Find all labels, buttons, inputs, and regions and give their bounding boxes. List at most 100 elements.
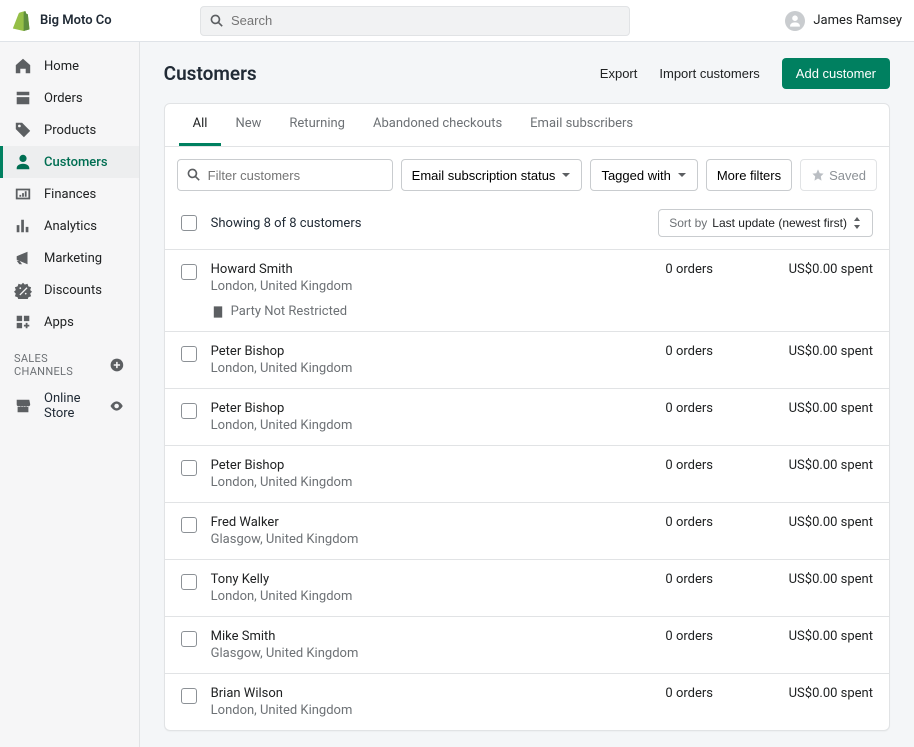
more-filters-button[interactable]: More filters (706, 159, 792, 191)
nav-section-channels: SALES CHANNELS (0, 338, 139, 384)
caret-down-icon (561, 170, 571, 180)
nav-label: Orders (44, 91, 83, 106)
tab-returning[interactable]: Returning (275, 104, 359, 146)
search-box[interactable] (200, 6, 630, 36)
customer-name: Peter Bishop (211, 401, 593, 416)
nav-label: Finances (44, 187, 96, 202)
customer-name: Tony Kelly (211, 572, 593, 587)
customer-orders: 0 orders (593, 458, 713, 473)
customer-location: Glasgow, United Kingdom (211, 532, 593, 547)
filter-label: Tagged with (601, 168, 670, 183)
row-checkbox[interactable] (181, 631, 197, 647)
avatar (785, 11, 805, 31)
import-button[interactable]: Import customers (659, 66, 759, 81)
row-checkbox[interactable] (181, 517, 197, 533)
list-header: Showing 8 of 8 customers Sort by Last up… (165, 203, 889, 249)
row-checkbox[interactable] (181, 346, 197, 362)
customer-orders: 0 orders (593, 686, 713, 701)
nav-orders[interactable]: Orders (0, 82, 139, 114)
customer-spent: US$0.00 spent (713, 686, 873, 701)
export-button[interactable]: Export (600, 66, 638, 81)
filter-label: Email subscription status (412, 168, 556, 183)
customer-row[interactable]: Peter BishopLondon, United Kingdom0 orde… (165, 445, 889, 502)
orders-icon (14, 89, 32, 107)
customer-note: Party Not Restricted (211, 304, 593, 319)
customer-orders: 0 orders (593, 262, 713, 277)
row-checkbox[interactable] (181, 574, 197, 590)
customer-name: Fred Walker (211, 515, 593, 530)
tab-new[interactable]: New (221, 104, 275, 146)
customer-name: Peter Bishop (211, 344, 593, 359)
nav-label: Customers (44, 155, 108, 170)
tab-subscribers[interactable]: Email subscribers (516, 104, 647, 146)
filter-customers-input[interactable] (208, 168, 384, 183)
customer-location: London, United Kingdom (211, 418, 593, 433)
nav-home[interactable]: Home (0, 50, 139, 82)
sidebar: Home Orders Products Customers Finances … (0, 42, 140, 747)
nav-label: Home (44, 59, 79, 74)
customer-name: Peter Bishop (211, 458, 593, 473)
shopify-logo-icon (12, 10, 32, 32)
finances-icon (14, 185, 32, 203)
customer-spent: US$0.00 spent (713, 262, 873, 277)
customer-row[interactable]: Mike SmithGlasgow, United Kingdom0 order… (165, 616, 889, 673)
store-icon (14, 397, 32, 415)
nav-label: Analytics (44, 219, 97, 234)
customer-row[interactable]: Peter BishopLondon, United Kingdom0 orde… (165, 388, 889, 445)
store-name: Big Moto Co (40, 13, 112, 28)
search-input[interactable] (231, 13, 621, 28)
sort-button[interactable]: Sort by Last update (newest first) (658, 209, 873, 237)
tab-all[interactable]: All (179, 104, 222, 146)
customer-orders: 0 orders (593, 572, 713, 587)
search-icon (186, 167, 202, 183)
customer-row[interactable]: Howard Smith London, United Kingdom Party … (165, 249, 889, 331)
customer-row[interactable]: Tony KellyLondon, United Kingdom0 orders… (165, 559, 889, 616)
section-label: SALES CHANNELS (14, 352, 109, 378)
customer-spent: US$0.00 spent (713, 401, 873, 416)
person-icon (14, 153, 32, 171)
customer-orders: 0 orders (593, 629, 713, 644)
tab-abandoned[interactable]: Abandoned checkouts (359, 104, 516, 146)
customer-row[interactable]: Fred Walker Glasgow, United Kingdom0 orde… (165, 502, 889, 559)
nav-label: Marketing (44, 251, 102, 266)
row-checkbox[interactable] (181, 688, 197, 704)
main-content: Customers Export Import customers Add cu… (140, 42, 914, 747)
tabs: All New Returning Abandoned checkouts Em… (165, 104, 889, 147)
logo[interactable]: Big Moto Co (12, 10, 200, 32)
customer-orders: 0 orders (593, 344, 713, 359)
megaphone-icon (14, 249, 32, 267)
row-checkbox[interactable] (181, 264, 197, 280)
eye-icon[interactable] (109, 398, 124, 414)
nav-marketing[interactable]: Marketing (0, 242, 139, 274)
plus-circle-icon[interactable] (109, 357, 125, 373)
customer-spent: US$0.00 spent (713, 515, 873, 530)
row-checkbox[interactable] (181, 460, 197, 476)
nav-analytics[interactable]: Analytics (0, 210, 139, 242)
nav-discounts[interactable]: Discounts (0, 274, 139, 306)
customer-location: London, United Kingdom (211, 279, 593, 294)
user-menu[interactable]: James Ramsey (785, 11, 902, 31)
discount-icon (14, 281, 32, 299)
nav-finances[interactable]: Finances (0, 178, 139, 210)
saved-button[interactable]: Saved (800, 159, 877, 191)
sort-arrows-icon (852, 217, 862, 229)
customer-name: Howard Smith (211, 262, 593, 277)
filter-input-wrap[interactable] (177, 159, 393, 191)
nav-apps[interactable]: Apps (0, 306, 139, 338)
customer-row[interactable]: Brian WilsonLondon, United Kingdom0 orde… (165, 673, 889, 730)
customers-card: All New Returning Abandoned checkouts Em… (164, 103, 890, 731)
customer-spent: US$0.00 spent (713, 344, 873, 359)
customer-list: Howard Smith London, United Kingdom Party … (165, 249, 889, 730)
row-checkbox[interactable] (181, 403, 197, 419)
nav-customers[interactable]: Customers (0, 146, 139, 178)
customer-orders: 0 orders (593, 515, 713, 530)
customer-row[interactable]: Peter BishopLondon, United Kingdom0 orde… (165, 331, 889, 388)
nav-label: Online Store (44, 391, 109, 421)
user-name: James Ramsey (813, 13, 902, 28)
nav-products[interactable]: Products (0, 114, 139, 146)
email-subscription-filter[interactable]: Email subscription status (401, 159, 583, 191)
add-customer-button[interactable]: Add customer (782, 58, 890, 89)
tagged-with-filter[interactable]: Tagged with (590, 159, 697, 191)
select-all-checkbox[interactable] (181, 215, 197, 231)
nav-online-store[interactable]: Online Store (0, 384, 139, 428)
